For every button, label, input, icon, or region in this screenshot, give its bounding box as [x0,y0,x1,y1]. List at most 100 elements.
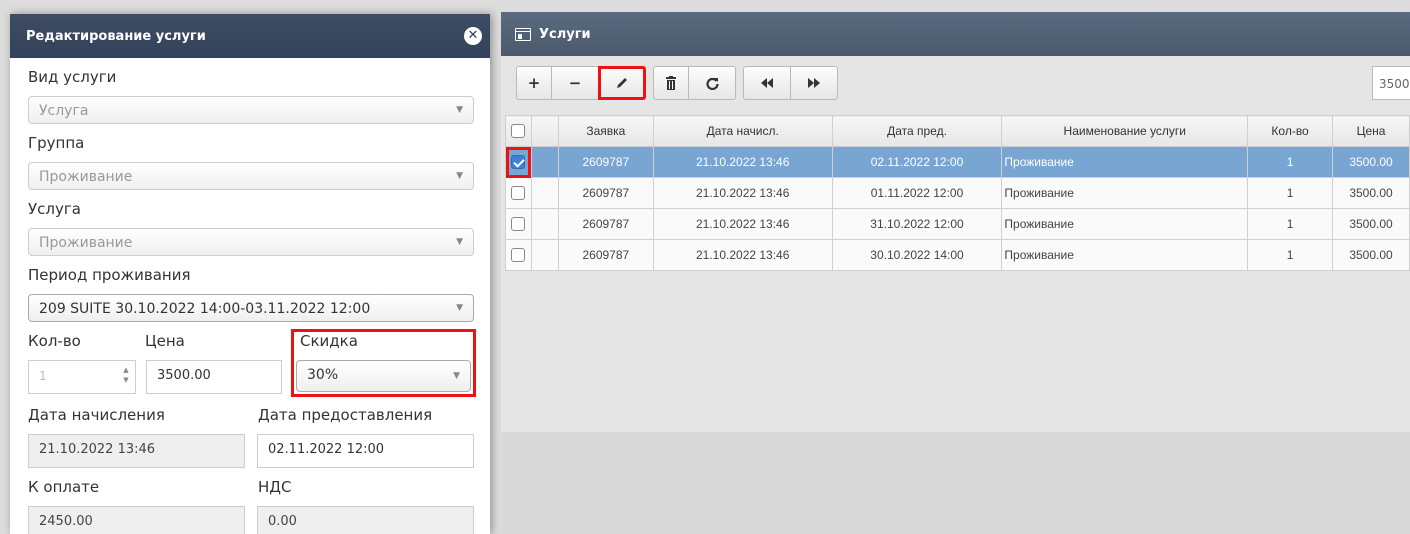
cell-name: Проживание [1001,239,1249,271]
cell-name: Проживание [1001,208,1249,240]
cell-price: 3500.00 [1332,239,1410,271]
add-button[interactable]: + [516,66,552,100]
period-value: 209 SUITE 30.10.2022 14:00-03.11.2022 12… [39,301,371,317]
col-header-accrual[interactable]: Дата начисл. [652,115,833,147]
row-select-cell[interactable] [505,208,532,240]
qty-stepper[interactable]: 1 ▲ ▼ [28,360,136,394]
spacer-cell [530,239,559,271]
provided-date-value: 02.11.2022 12:00 [268,442,385,457]
chevron-down-icon: ▼ [456,171,463,181]
chevron-down-icon: ▼ [456,237,463,247]
remove-label: − [568,74,582,92]
accrual-date-label: Дата начисления [28,406,165,424]
cell-accrual: 21.10.2022 13:46 [652,177,833,209]
group-select[interactable]: Проживание ▼ [28,162,474,190]
discount-value: 30% [307,367,339,383]
search-input[interactable]: 3500 [1372,66,1410,100]
edit-panel-header: Редактирование услуги ✕ [10,14,490,58]
delete-button[interactable] [653,66,689,100]
service-label: Услуга [28,200,81,218]
edit-service-panel: Редактирование услуги ✕ Вид услуги Услуг… [10,14,490,534]
cell-provided: 30.10.2022 14:00 [831,239,1003,271]
chevron-down-icon: ▼ [456,105,463,115]
row-select-cell[interactable] [505,239,532,271]
period-select[interactable]: 209 SUITE 30.10.2022 14:00-03.11.2022 12… [28,294,474,322]
refresh-button[interactable] [688,66,736,100]
to-pay-field: 2450.00 [28,506,245,534]
cell-qty: 1 [1247,177,1334,209]
service-type-select[interactable]: Услуга ▼ [28,96,474,124]
services-panel: Услуги + − 3500 Заявка Дата начисл. Дата… [501,12,1410,534]
cell-qty: 1 [1247,239,1334,271]
cell-price: 3500.00 [1332,146,1410,178]
cell-qty: 1 [1247,146,1334,178]
col-header-name[interactable]: Наименование услуги [1001,115,1249,147]
table-header-row: Заявка Дата начисл. Дата пред. Наименова… [505,115,1410,147]
first-page-button[interactable] [743,66,791,100]
group-label: Группа [28,134,85,152]
col-header-price[interactable]: Цена [1332,115,1410,147]
select-all-cell[interactable] [505,115,532,147]
cell-name: Проживание [1001,177,1249,209]
cell-price: 3500.00 [1332,177,1410,209]
cell-order: 2609787 [557,208,654,240]
price-input[interactable]: 3500.00 [146,360,282,394]
vat-value: 0.00 [268,514,297,529]
cell-price: 3500.00 [1332,208,1410,240]
add-label: + [527,74,541,92]
row-checkbox[interactable] [511,155,526,170]
price-label: Цена [145,332,185,350]
service-value: Проживание [39,235,133,251]
cell-name: Проживание [1001,146,1249,178]
services-toolbar: + − [516,66,845,100]
services-table: Заявка Дата начисл. Дата пред. Наименова… [505,115,1410,271]
panel-background-texture [501,432,1410,534]
spacer-cell [530,146,559,178]
discount-select[interactable]: 30% ▼ [296,360,471,392]
cell-accrual: 21.10.2022 13:46 [652,208,833,240]
service-type-value: Услуга [39,103,89,119]
cell-order: 2609787 [557,146,654,178]
cell-order: 2609787 [557,239,654,271]
col-header-provided[interactable]: Дата пред. [831,115,1003,147]
trash-icon [666,76,676,90]
remove-button[interactable]: − [551,66,599,100]
provided-date-label: Дата предоставления [258,406,433,424]
spacer-cell [530,177,559,209]
window-icon [515,27,531,41]
close-icon[interactable]: ✕ [464,27,482,45]
table-row[interactable]: 2609787 21.10.2022 13:46 01.11.2022 12:0… [505,177,1410,209]
provided-date-input[interactable]: 02.11.2022 12:00 [257,434,474,468]
col-header-qty[interactable]: Кол-во [1247,115,1334,147]
row-checkbox[interactable] [511,186,526,201]
vat-label: НДС [258,478,292,496]
cell-order: 2609787 [557,177,654,209]
row-checkbox[interactable] [511,248,526,263]
spacer-header [530,115,559,147]
stepper-arrows-icon[interactable]: ▲ ▼ [121,365,131,385]
services-header: Услуги [501,12,1410,56]
select-all-checkbox[interactable] [511,124,526,139]
last-page-button[interactable] [790,66,838,100]
row-select-cell[interactable] [505,177,532,209]
double-left-icon [761,78,773,88]
spacer-cell [530,208,559,240]
table-row[interactable]: 2609787 21.10.2022 13:46 02.11.2022 12:0… [505,146,1410,178]
services-title: Услуги [539,26,591,42]
to-pay-value: 2450.00 [39,514,93,529]
table-row[interactable]: 2609787 21.10.2022 13:46 30.10.2022 14:0… [505,239,1410,271]
table-row[interactable]: 2609787 21.10.2022 13:46 31.10.2022 12:0… [505,208,1410,240]
cell-accrual: 21.10.2022 13:46 [652,146,833,178]
col-header-order[interactable]: Заявка [557,115,654,147]
row-select-cell[interactable] [505,146,532,178]
accrual-date-value: 21.10.2022 13:46 [39,442,156,457]
edit-button[interactable] [598,66,646,100]
price-value: 3500.00 [157,368,211,383]
pencil-icon [617,78,627,88]
qty-label: Кол-во [28,332,81,350]
cell-provided: 01.11.2022 12:00 [831,177,1003,209]
row-checkbox[interactable] [511,217,526,232]
period-label: Период проживания [28,266,191,284]
service-type-label: Вид услуги [28,68,117,86]
service-select[interactable]: Проживание ▼ [28,228,474,256]
